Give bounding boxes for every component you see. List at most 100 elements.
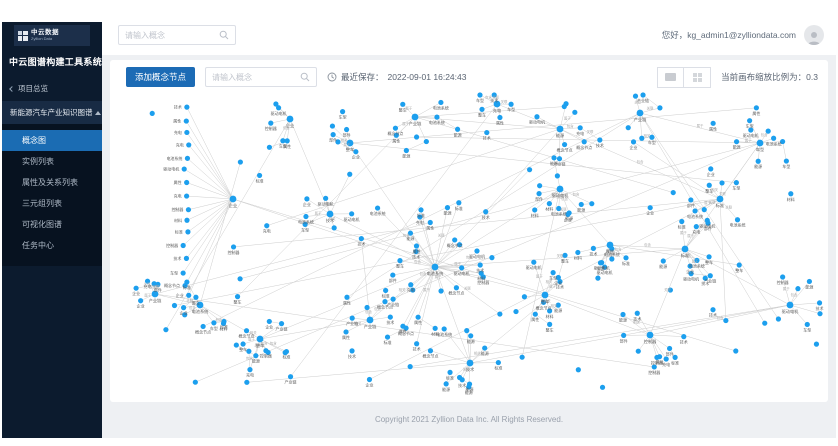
graph-node[interactable] [520,355,525,360]
graph-node[interactable] [349,348,354,353]
graph-node[interactable] [706,254,711,259]
graph-node[interactable] [483,209,488,214]
graph-node[interactable] [240,341,245,346]
graph-node[interactable] [817,311,822,316]
graph-node[interactable] [747,118,752,123]
graph-node[interactable] [694,224,699,229]
graph-node[interactable] [489,255,494,260]
graph-node[interactable] [186,142,191,147]
graph-node[interactable] [771,136,776,141]
graph-node[interactable] [247,367,252,372]
sidebar-item-instance-list[interactable]: 实例列表 [2,151,102,172]
graph-node[interactable] [230,196,237,203]
graph-node[interactable] [626,125,631,130]
graph-node[interactable] [551,270,556,275]
graph-node[interactable] [238,159,243,164]
graph-node[interactable] [657,105,662,110]
graph-node[interactable] [181,270,186,275]
graph-node[interactable] [735,217,740,222]
graph-node[interactable] [719,180,724,185]
graph-node[interactable] [707,183,712,188]
graph-node[interactable] [784,158,789,163]
graph-node[interactable] [186,293,191,298]
graph-node[interactable] [497,115,502,120]
graph-node[interactable] [267,319,272,324]
graph-node[interactable] [193,295,198,300]
graph-node[interactable] [795,286,800,291]
graph-node[interactable] [479,107,484,112]
graph-node[interactable] [184,193,189,198]
graph-node[interactable] [563,101,568,106]
graph-node[interactable] [478,262,483,267]
graph-node[interactable] [555,173,560,178]
graph-node[interactable] [776,316,781,321]
graph-node[interactable] [681,334,686,339]
graph-node[interactable] [762,321,767,326]
graph-node[interactable] [536,191,541,196]
graph-node[interactable] [533,312,538,317]
graph-node[interactable] [349,211,354,216]
graph-node[interactable] [331,132,336,137]
graph-node[interactable] [184,118,189,123]
graph-node[interactable] [267,145,272,150]
graph-node[interactable] [375,205,380,210]
graph-node[interactable] [682,246,689,253]
graph-node[interactable] [467,360,474,367]
graph-node[interactable] [631,139,636,144]
concept-search-input[interactable] [212,73,300,82]
sidebar-item-project-overview[interactable]: 项目总览 [2,77,102,101]
graph-node[interactable] [231,244,236,249]
graph-node[interactable] [273,101,278,106]
graph-node[interactable] [455,127,460,132]
graph-node[interactable] [705,218,710,223]
grid-toggle-button[interactable] [684,67,711,88]
graph-node[interactable] [367,317,374,324]
graph-node[interactable] [578,125,583,130]
graph-node[interactable] [711,121,716,126]
search-icon[interactable] [219,30,229,40]
graph-node[interactable] [393,126,398,131]
graph-node[interactable] [640,92,645,97]
graph-node[interactable] [184,218,189,223]
graph-node[interactable] [710,307,715,312]
graph-node[interactable] [347,172,352,177]
graph-node[interactable] [279,321,284,326]
graph-node[interactable] [150,111,155,116]
graph-node[interactable] [547,201,552,206]
graph-node[interactable] [182,166,187,171]
graph-node[interactable] [344,127,349,132]
graph-node[interactable] [733,348,738,353]
graph-node[interactable] [497,311,502,316]
user-avatar[interactable] [804,25,824,45]
graph-node[interactable] [591,246,596,251]
graph-node[interactable] [780,274,785,279]
graph-node[interactable] [664,356,669,361]
graph-node[interactable] [576,367,581,372]
graph-node[interactable] [456,200,461,205]
graph-node[interactable] [181,305,186,310]
graph-node[interactable] [623,255,628,260]
graph-node[interactable] [708,273,713,278]
graph-node[interactable] [414,134,419,139]
graph-node[interactable] [572,110,577,115]
graph-node[interactable] [688,197,693,202]
graph-node[interactable] [390,272,395,277]
graph-node[interactable] [264,223,269,228]
graph-node[interactable] [133,286,138,291]
graph-node[interactable] [787,302,794,309]
graph-node[interactable] [253,353,258,358]
graph-node[interactable] [414,243,419,248]
graph-node[interactable] [244,328,249,333]
graph-node[interactable] [201,324,206,329]
graph-node[interactable] [445,205,450,210]
graph-node[interactable] [424,139,429,144]
sidebar-item-concept-graph[interactable]: 概念图 [2,130,102,151]
graph-node[interactable] [287,116,294,123]
graph-node[interactable] [542,292,549,299]
graph-node[interactable] [138,298,143,303]
graph-node[interactable] [416,315,421,320]
graph-node[interactable] [734,180,739,185]
graph-node[interactable] [304,196,309,201]
graph-node[interactable] [474,248,479,253]
graph-node[interactable] [597,137,602,142]
